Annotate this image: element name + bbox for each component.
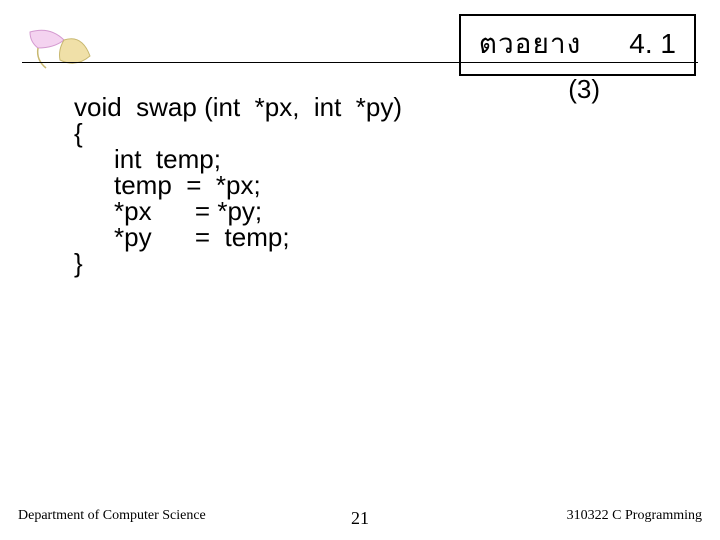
code-assign1: temp = *px; <box>74 172 402 198</box>
footer: Department of Computer Science 21 310322… <box>18 508 702 524</box>
section-number: 4. 1 <box>629 28 676 60</box>
code-open-brace: { <box>74 120 402 146</box>
code-signature: void swap (int *px, int *py) <box>74 94 402 120</box>
slide-number: 21 <box>351 508 369 529</box>
code-decl: int temp; <box>74 146 402 172</box>
title-box: ตวอยาง 4. 1 <box>459 14 696 76</box>
horizontal-rule <box>22 62 698 63</box>
code-block: void swap (int *px, int *py) { int temp;… <box>74 94 402 276</box>
code-close-brace: } <box>74 250 402 276</box>
page-marker: (3) <box>568 74 600 105</box>
footer-left: Department of Computer Science <box>18 508 206 524</box>
footer-right: 310322 C Programming <box>567 508 702 524</box>
slide: ตวอยาง 4. 1 (3) void swap (int *px, int … <box>0 0 720 540</box>
leaf-icon <box>24 24 92 72</box>
code-assign2: *px = *py; <box>74 198 402 224</box>
title-label: ตวอยาง <box>479 22 582 66</box>
code-assign3: *py = temp; <box>74 224 402 250</box>
